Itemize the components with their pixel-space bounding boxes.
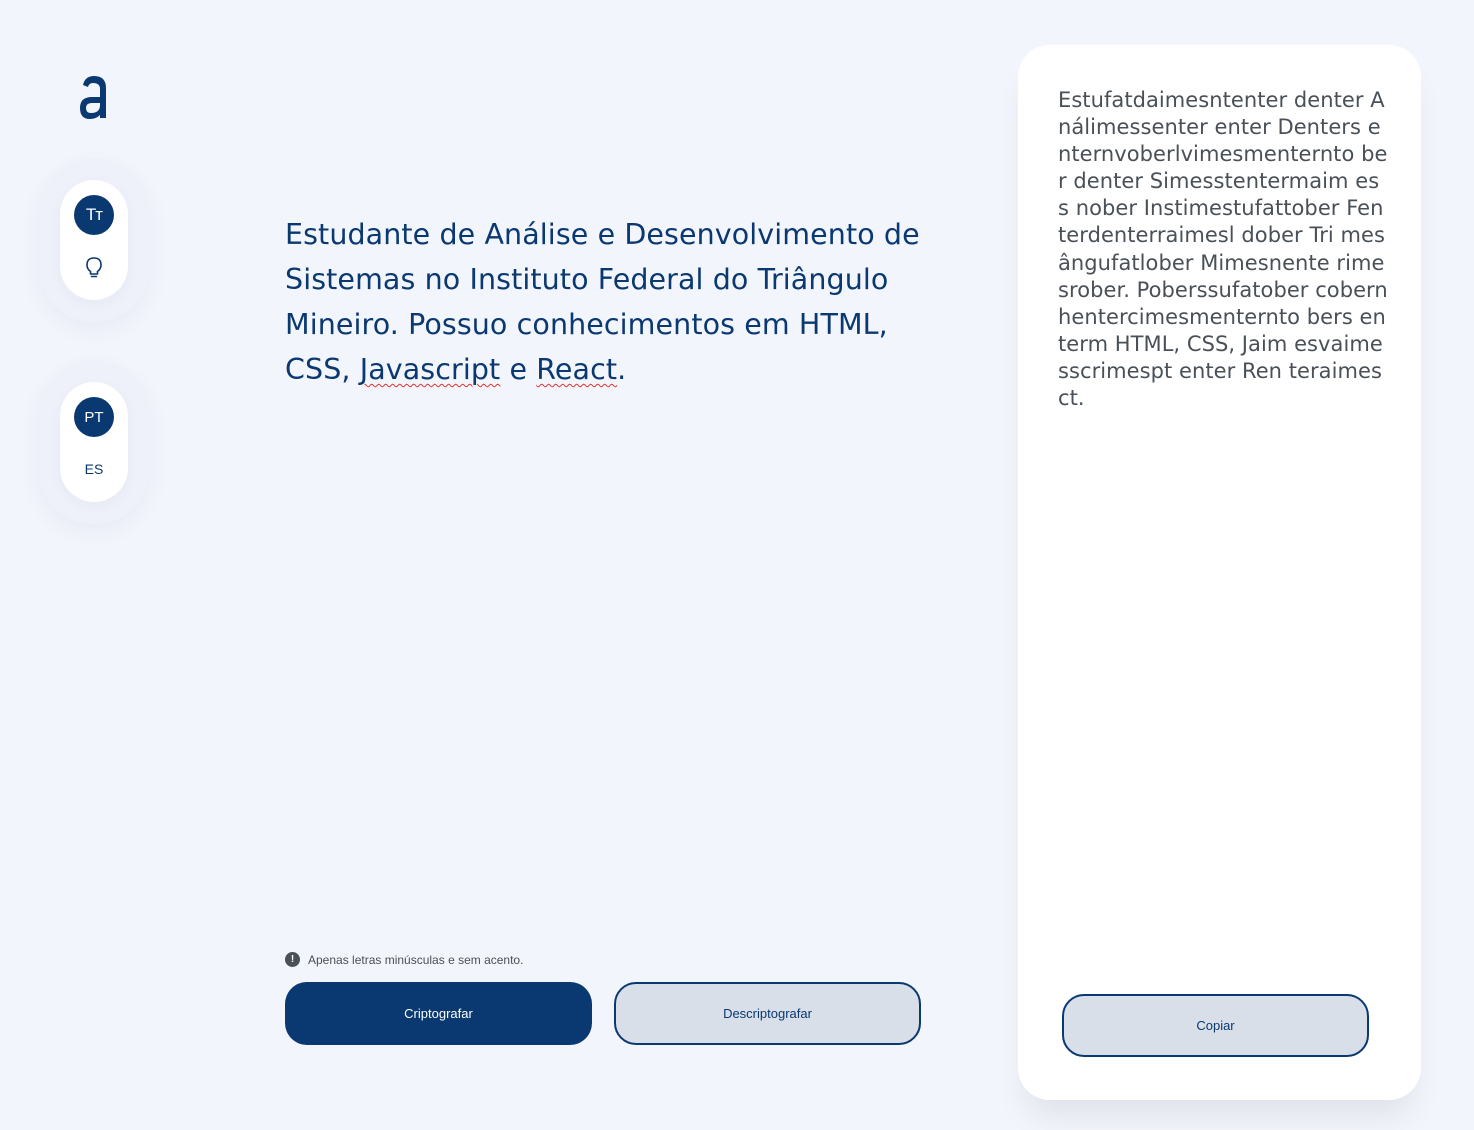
alura-logo <box>80 76 106 119</box>
input-text-part: e <box>500 353 537 386</box>
font-size-toggle-button[interactable]: Tт <box>74 195 114 235</box>
message-input[interactable]: Estudante de Análise e Desenvolvimento d… <box>285 212 945 392</box>
theme-toggle-button[interactable] <box>74 247 114 287</box>
language-pt-button[interactable]: PT <box>74 397 114 437</box>
lightbulb-icon <box>86 257 102 278</box>
display-settings-inner: Tт <box>60 180 128 300</box>
input-text-misspelled-word: React <box>536 353 618 386</box>
language-selector-inner: PT ES <box>60 382 128 502</box>
output-panel: Estufatdaimesntenter denter Análimessent… <box>1018 45 1421 1100</box>
text-size-icon: Tт <box>85 205 103 224</box>
hint-text: Apenas letras minúsculas e sem acento. <box>308 952 524 967</box>
output-text: Estufatdaimesntenter denter Análimessent… <box>1058 88 1388 411</box>
info-circle-icon: ! <box>285 952 300 967</box>
decrypt-button[interactable]: Descriptografar <box>614 982 921 1045</box>
copy-button[interactable]: Copiar <box>1062 994 1369 1057</box>
input-text-part: . <box>617 353 627 386</box>
input-text-misspelled-word: Javascript <box>359 353 501 386</box>
input-hint: ! Apenas letras minúsculas e sem acento. <box>285 952 523 967</box>
display-settings-group: Tт <box>38 158 150 322</box>
language-selector-group: PT ES <box>38 360 150 524</box>
encrypt-button[interactable]: Criptografar <box>285 982 592 1045</box>
language-es-button[interactable]: ES <box>74 449 114 489</box>
